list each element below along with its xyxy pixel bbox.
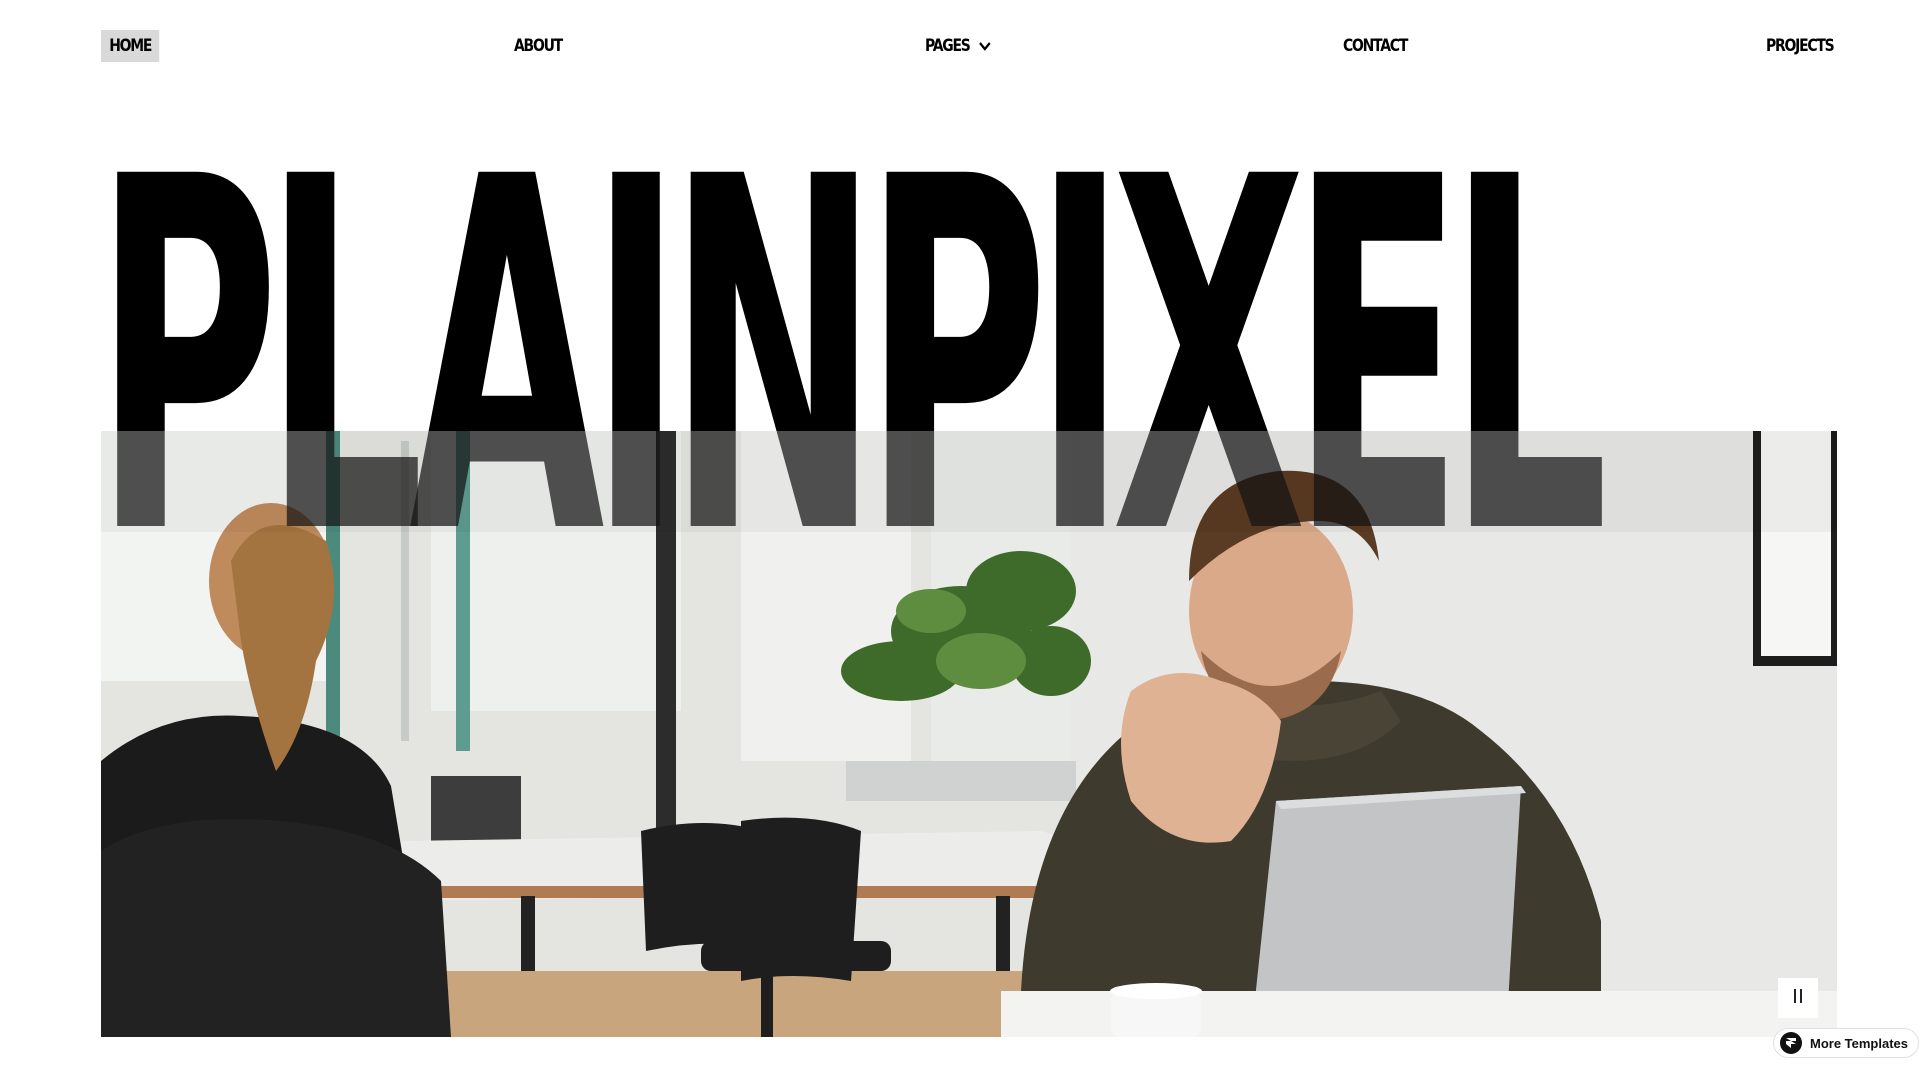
nav-about[interactable]: ABOUT: [514, 30, 563, 62]
more-templates-button[interactable]: More Templates: [1773, 1028, 1920, 1058]
top-nav: HOME ABOUT PAGES CONTACT PROJECTS: [0, 0, 1920, 92]
hero-wordmark-overlap-text: PLAINPIXEL: [101, 431, 1609, 532]
nav-home[interactable]: HOME: [101, 30, 160, 62]
nav-pages[interactable]: PAGES: [925, 30, 991, 62]
hero-wordmark-overlap: PLAINPIXEL: [101, 431, 1837, 532]
pause-icon: [1792, 988, 1804, 1008]
more-templates-label: More Templates: [1810, 1035, 1909, 1051]
nav-projects[interactable]: PROJECTS: [1766, 30, 1835, 62]
framer-logo-icon: [1780, 1032, 1802, 1054]
pause-button[interactable]: [1778, 978, 1818, 1018]
chevron-down-icon: [979, 42, 991, 51]
nav-pages-label: PAGES: [925, 36, 971, 56]
nav-contact[interactable]: CONTACT: [1343, 30, 1408, 62]
